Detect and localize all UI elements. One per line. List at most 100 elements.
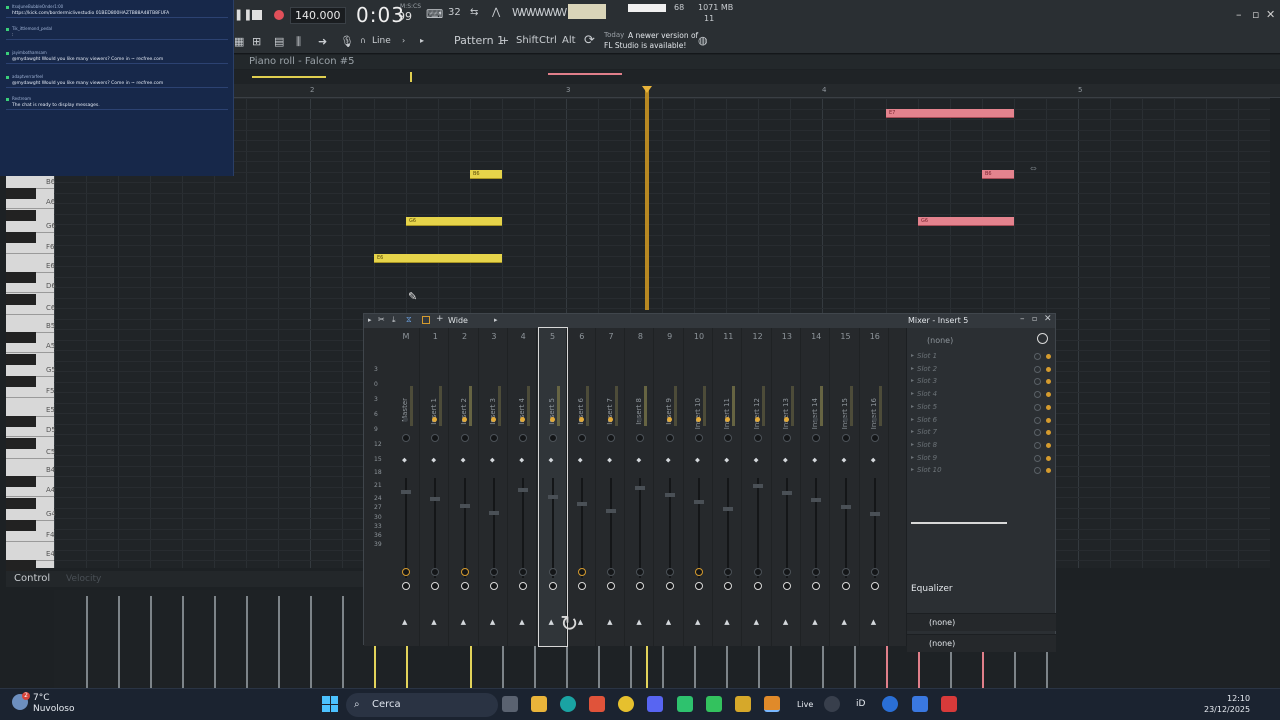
slot-enable-led[interactable]	[1046, 354, 1051, 359]
strip-enable-led[interactable]	[490, 417, 496, 422]
send-arrow-icon[interactable]: ▲	[519, 618, 524, 626]
mixer-tool-icon[interactable]: ✂	[378, 315, 385, 324]
pre-fx-knob[interactable]	[577, 582, 586, 590]
velocity-bar[interactable]	[182, 596, 184, 690]
mixer-minimize-icon[interactable]: –	[1020, 314, 1025, 324]
velocity-bar[interactable]	[790, 644, 792, 690]
stereo-separation-knob[interactable]	[431, 434, 440, 442]
piano-roll-ruler[interactable]: 2 3 4 5	[234, 84, 1280, 98]
black-key[interactable]	[6, 232, 36, 243]
pattern-selector[interactable]: Pattern 1	[454, 34, 504, 47]
volume-fader-handle[interactable]	[869, 512, 880, 516]
send-arrow-icon[interactable]: ▲	[666, 618, 671, 626]
mixer-strip[interactable]: M Master ⬥ ▲	[392, 328, 420, 646]
microphone-icon[interactable]: 🎙	[340, 35, 354, 48]
slot-mix-knob[interactable]	[1034, 365, 1041, 373]
pan-knob[interactable]	[460, 568, 469, 576]
green-app-icon[interactable]	[706, 696, 722, 712]
volume-fader-track[interactable]	[551, 478, 554, 578]
mixer-strip[interactable]: 12 Insert 12 ⬥ ▲	[744, 328, 772, 646]
black-key[interactable]	[6, 376, 36, 387]
route-arrows-icon[interactable]: ⬥	[578, 456, 583, 465]
volume-fader-handle[interactable]	[606, 509, 617, 513]
strip-enable-led[interactable]	[403, 417, 408, 422]
slot-mix-knob[interactable]	[1034, 403, 1041, 411]
pre-fx-knob[interactable]	[665, 582, 674, 590]
alt-key-button[interactable]: Alt	[562, 35, 576, 46]
stereo-separation-knob[interactable]	[577, 434, 586, 442]
send-arrow-icon[interactable]: ▲	[402, 618, 407, 626]
slot-expand-icon[interactable]: ▸	[911, 441, 914, 448]
file-explorer-icon[interactable]	[531, 696, 547, 712]
effect-slot[interactable]: Slot 6	[917, 416, 937, 424]
route-arrows-icon[interactable]: ⬥	[490, 456, 495, 465]
pre-fx-knob[interactable]	[695, 582, 703, 590]
volume-fader-handle[interactable]	[752, 484, 763, 488]
effect-slot[interactable]: Slot 7	[917, 428, 937, 436]
pan-knob[interactable]	[402, 568, 410, 576]
piano-roll-icon[interactable]: ⊞	[252, 35, 261, 48]
velocity-bar[interactable]	[118, 596, 120, 690]
velocity-bar[interactable]	[310, 596, 312, 690]
pan-knob[interactable]	[548, 568, 557, 576]
velocity-bar[interactable]	[502, 644, 504, 690]
strip-enable-led[interactable]	[871, 417, 877, 422]
magnet-icon[interactable]: ∩	[360, 36, 366, 45]
route-arrows-icon[interactable]: ⬥	[666, 456, 671, 465]
add-pattern-button[interactable]: +	[500, 34, 509, 47]
volume-fader-track[interactable]	[580, 478, 583, 578]
mixer-strip[interactable]: 4 Insert 4 ⬥ ▲	[509, 328, 538, 646]
obs-icon[interactable]	[824, 696, 840, 712]
velocity-bar[interactable]	[406, 644, 408, 690]
effect-slot[interactable]: Slot 8	[917, 441, 937, 449]
velocity-bar[interactable]	[150, 596, 152, 690]
route-arrows-icon[interactable]: ⬥	[607, 456, 612, 465]
windows-start-icon[interactable]	[322, 696, 338, 712]
send-arrow-icon[interactable]: ▲	[578, 618, 583, 626]
note-b6[interactable]: B6	[470, 170, 502, 179]
slot-mix-knob[interactable]	[1034, 378, 1041, 386]
id-app-icon[interactable]: iD	[856, 699, 865, 709]
task-view-icon[interactable]	[502, 696, 518, 712]
pan-knob[interactable]	[489, 568, 498, 576]
route-arrows-icon[interactable]: ⬥	[754, 456, 759, 465]
playlist-icon[interactable]: ▦	[234, 35, 244, 48]
stereo-separation-knob[interactable]	[665, 434, 674, 442]
slot-mix-knob[interactable]	[1034, 467, 1041, 475]
control-target[interactable]: Velocity	[66, 574, 101, 584]
edge-icon[interactable]	[560, 696, 576, 712]
velocity-bar[interactable]	[598, 644, 600, 690]
pre-fx-knob[interactable]	[724, 582, 733, 590]
pre-fx-knob[interactable]	[607, 582, 616, 590]
slot-expand-icon[interactable]: ▸	[911, 365, 914, 372]
velocity-bar[interactable]	[726, 644, 728, 690]
black-key[interactable]	[6, 416, 36, 427]
stereo-separation-knob[interactable]	[753, 434, 762, 442]
mixer-strip[interactable]: 14 Insert 14 ⬥ ▲	[802, 328, 831, 646]
volume-fader-handle[interactable]	[576, 502, 587, 506]
pre-fx-knob[interactable]	[841, 582, 850, 590]
mixer-add-icon[interactable]: +	[436, 314, 444, 324]
pan-knob[interactable]	[841, 568, 850, 576]
stereo-separation-knob[interactable]	[870, 434, 879, 442]
slot-expand-icon[interactable]: ▸	[911, 428, 914, 435]
pre-fx-knob[interactable]	[489, 582, 498, 590]
taskbar-search[interactable]: ⌕ Cerca	[346, 693, 498, 717]
send-arrow-icon[interactable]: ▲	[842, 618, 847, 626]
slot-enable-led[interactable]	[1046, 404, 1051, 410]
mixer-strip[interactable]: 7 Insert 7 ⬥ ▲	[597, 328, 626, 646]
mixer-icon[interactable]: ⫼	[296, 35, 301, 49]
route-arrows-icon[interactable]: ⬥	[783, 456, 788, 465]
route-arrows-icon[interactable]: ⬥	[431, 456, 436, 465]
red-app-icon[interactable]	[941, 696, 957, 712]
mixer-strip[interactable]: 6 Insert 6 ⬥ ▲	[568, 328, 596, 646]
news-line-2[interactable]: FL Studio is available!	[604, 41, 686, 50]
pre-fx-knob[interactable]	[870, 582, 879, 590]
slot-expand-icon[interactable]: ▸	[911, 403, 914, 410]
note-b6-red[interactable]: B6	[982, 170, 1014, 179]
ctrl-key-button[interactable]: Ctrl	[539, 35, 557, 46]
strip-enable-led[interactable]	[696, 417, 701, 422]
black-key[interactable]	[6, 354, 36, 365]
slot-mix-knob[interactable]	[1034, 391, 1041, 399]
velocity-bar[interactable]	[374, 644, 376, 690]
